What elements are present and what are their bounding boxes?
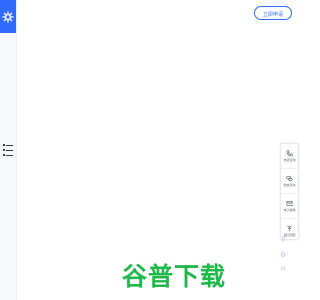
side-mini-bottom[interactable]: 口 bbox=[281, 266, 285, 272]
email-label: 电子邮箱 bbox=[283, 208, 296, 212]
email-button[interactable]: 电子邮箱 bbox=[281, 194, 298, 219]
menu-icon[interactable] bbox=[3, 144, 13, 156]
mail-icon bbox=[286, 201, 293, 206]
back-to-top-label: 返回顶部 bbox=[283, 233, 296, 237]
phone-consult-button[interactable]: 电话咨询 bbox=[281, 144, 298, 169]
side-mini-middle[interactable]: 日 bbox=[281, 252, 285, 258]
wechat-consult-button[interactable]: 微信咨询 bbox=[281, 169, 298, 194]
wechat-icon bbox=[286, 175, 293, 181]
back-to-top-icon bbox=[287, 225, 292, 232]
floating-contact-toolbar: 电话咨询 微信咨询 电子邮箱 返回顶部 bbox=[280, 143, 299, 240]
wechat-consult-label: 微信咨询 bbox=[283, 183, 296, 187]
watermark-text: 谷普下载 bbox=[122, 262, 227, 291]
apply-now-button[interactable]: 立即申请 bbox=[254, 6, 292, 20]
phone-icon bbox=[286, 150, 293, 157]
logo[interactable] bbox=[0, 0, 16, 33]
phone-consult-label: 电话咨询 bbox=[283, 158, 296, 162]
logo-gear-icon bbox=[2, 11, 14, 22]
side-mini-top[interactable]: 卫 bbox=[281, 236, 285, 242]
left-rail bbox=[0, 0, 17, 300]
